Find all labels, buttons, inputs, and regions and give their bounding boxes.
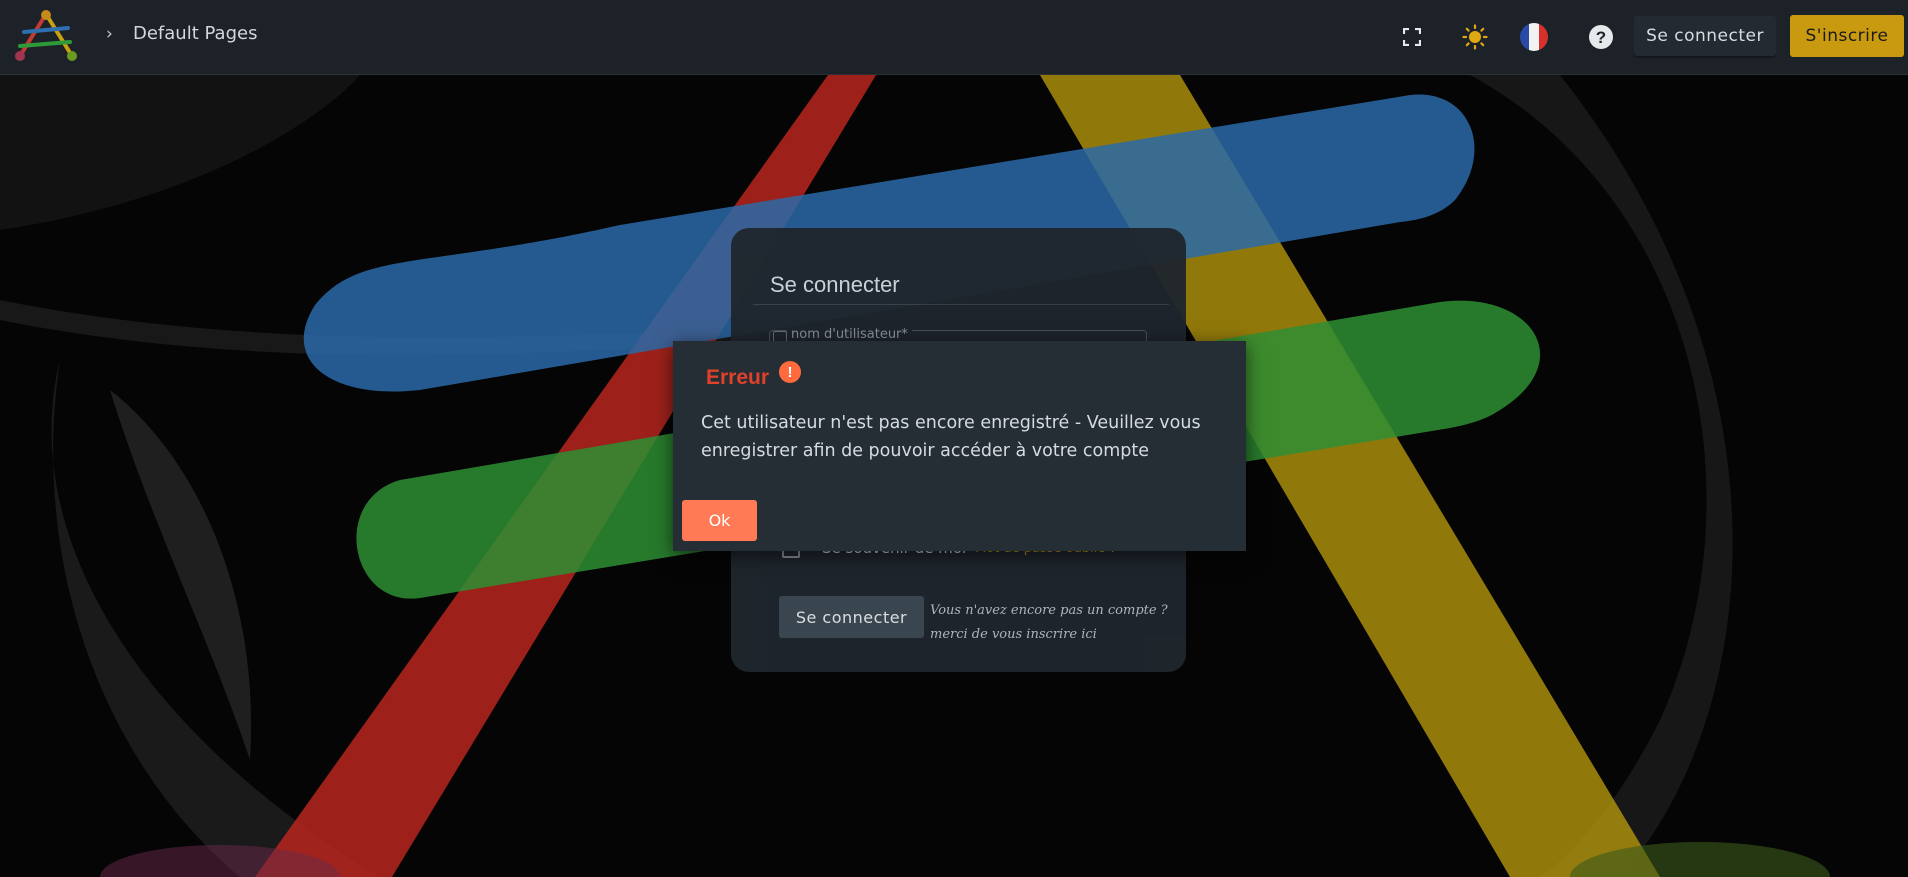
error-dialog-title: Erreur [706,366,770,389]
error-message: Cet utilisateur n'est pas encore enregis… [701,413,1201,461]
sun-icon[interactable] [1456,18,1494,56]
breadcrumb-chevron-icon: › [106,24,113,44]
signup-prompt[interactable]: Vous n'avez encore pas un compte ? merci… [930,599,1170,647]
help-icon[interactable]: ? [1582,18,1620,56]
top-navbar: › Default Pages ? Se connecter S'inscrir… [0,0,1908,75]
error-alert-icon: ! [779,361,801,383]
svg-text:?: ? [1596,28,1606,47]
divider [753,304,1169,305]
ok-button[interactable]: Ok [682,500,757,541]
fullscreen-icon[interactable] [1393,18,1431,56]
signup-prompt-line1: Vous n'avez encore pas un compte ? [930,603,1168,618]
signup-prompt-line2[interactable]: merci de vous inscrire ici [930,623,1170,647]
login-submit-button[interactable]: Se connecter [779,596,924,638]
error-dialog: Erreur ! Cet utilisateur n'est pas encor… [673,341,1246,551]
username-label: nom d'utilisateur* [787,327,912,342]
signup-button[interactable]: S'inscrire [1790,15,1904,57]
login-button[interactable]: Se connecter [1634,16,1776,56]
login-card-title: Se connecter [770,272,900,297]
breadcrumb[interactable]: Default Pages [133,23,257,44]
app-logo[interactable] [10,6,80,68]
france-flag-icon[interactable] [1515,18,1553,56]
